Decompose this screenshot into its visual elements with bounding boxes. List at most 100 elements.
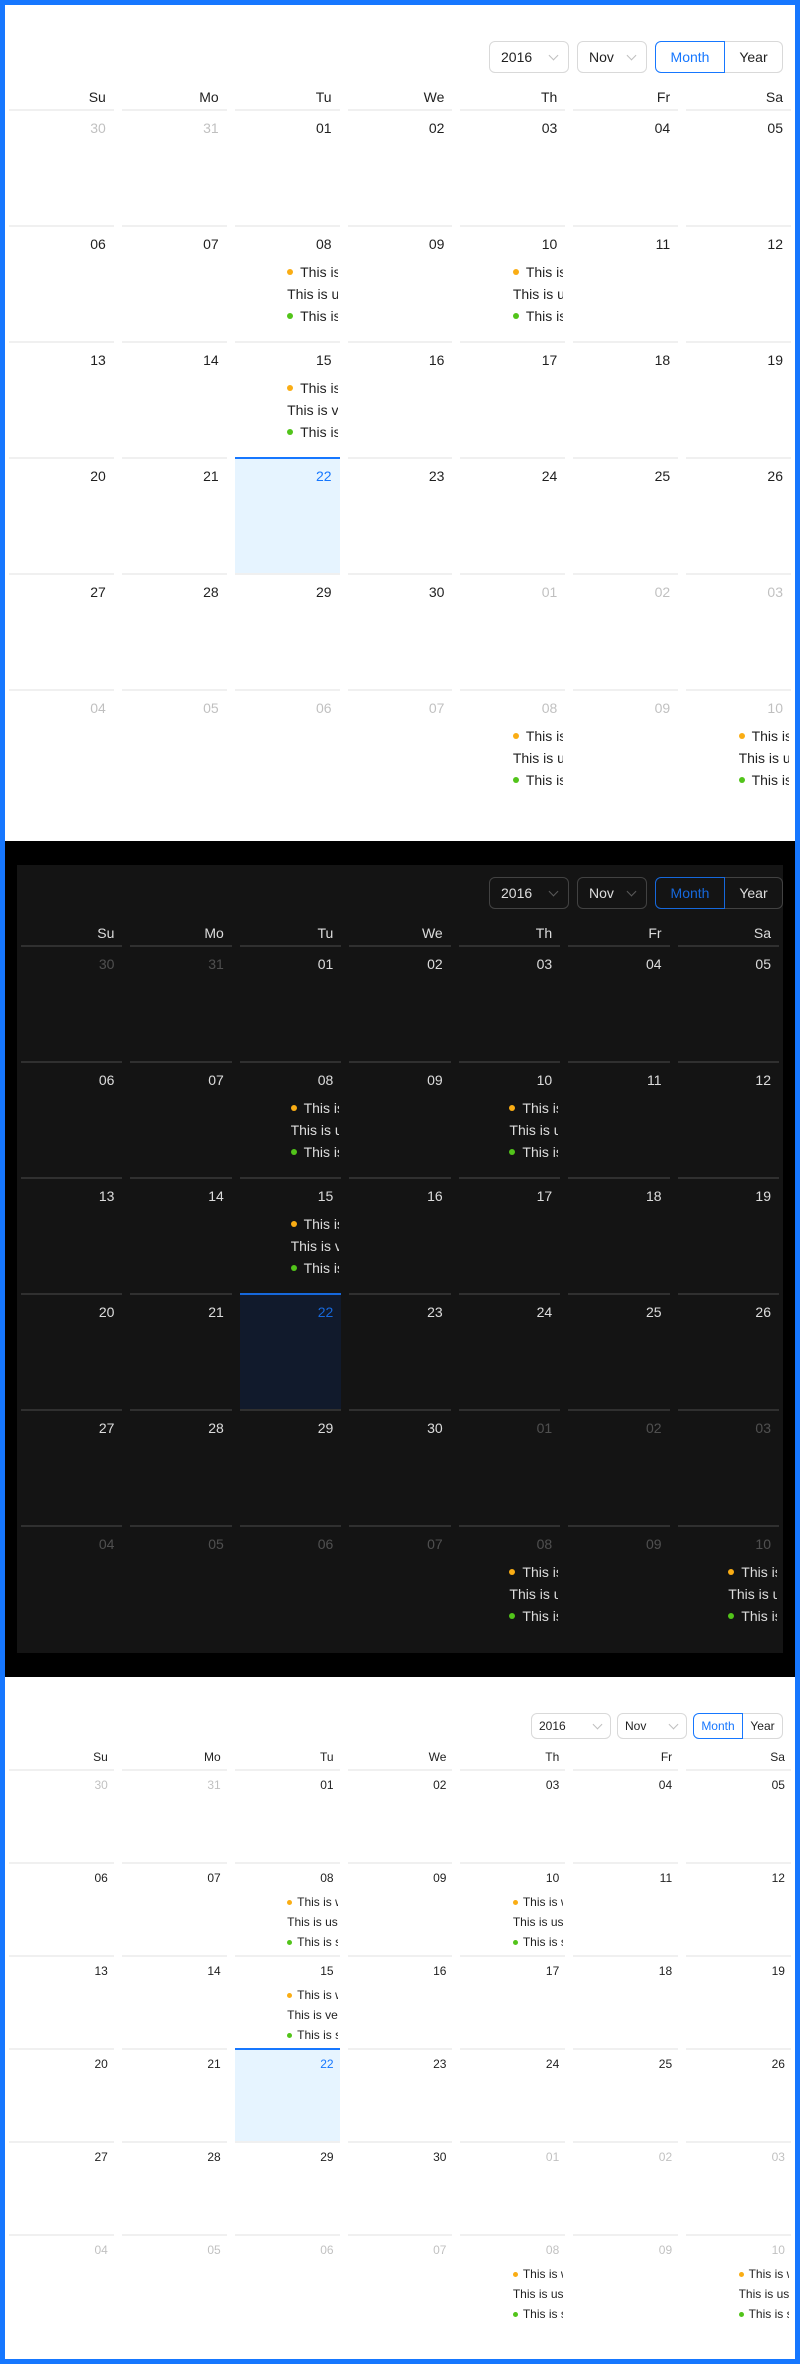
date-cell[interactable]: 16	[344, 341, 457, 457]
date-cell[interactable]: 08 This is warning event. This is usual ev…	[455, 1525, 564, 1641]
date-cell[interactable]: 30	[5, 109, 118, 225]
date-cell[interactable]: 05	[674, 945, 783, 1061]
date-cell[interactable]: 16	[345, 1177, 454, 1293]
date-cell[interactable]: 03	[455, 945, 564, 1061]
date-cell[interactable]: 06	[231, 2234, 344, 2327]
date-cell[interactable]: 01	[231, 109, 344, 225]
year-select[interactable]: 2016	[489, 877, 569, 909]
mode-year-button[interactable]: Year	[725, 877, 783, 909]
mode-year-button[interactable]: Year	[725, 41, 783, 73]
date-cell[interactable]: 25	[569, 457, 682, 573]
year-select[interactable]: 2016	[489, 41, 569, 73]
date-cell[interactable]: 31	[118, 109, 231, 225]
date-cell[interactable]: 08 This is warning event. This is usual ev…	[231, 225, 344, 341]
date-cell[interactable]: 30	[345, 1409, 454, 1525]
date-cell[interactable]: 02	[569, 2141, 682, 2234]
date-cell[interactable]: 17	[456, 341, 569, 457]
date-cell[interactable]: 05	[682, 1769, 795, 1862]
date-cell[interactable]: 03	[674, 1409, 783, 1525]
month-select[interactable]: Nov	[617, 1713, 687, 1739]
date-cell[interactable]: 02	[569, 573, 682, 689]
date-cell[interactable]: 18	[569, 341, 682, 457]
month-select[interactable]: Nov	[577, 877, 647, 909]
date-cell[interactable]: 03	[682, 573, 795, 689]
date-cell[interactable]: 08 This is warning event. This is usual ev…	[231, 1862, 344, 1955]
date-cell[interactable]: 04	[569, 1769, 682, 1862]
date-cell[interactable]: 25	[569, 2048, 682, 2141]
month-select[interactable]: Nov	[577, 41, 647, 73]
date-cell[interactable]: 01	[456, 2141, 569, 2234]
date-cell[interactable]: 19	[682, 341, 795, 457]
date-cell[interactable]: 20	[5, 2048, 118, 2141]
date-cell[interactable]: 17	[455, 1177, 564, 1293]
date-cell[interactable]: 04	[5, 2234, 118, 2327]
date-cell[interactable]: 29	[231, 2141, 344, 2234]
date-cell[interactable]: 22	[231, 2048, 344, 2141]
date-cell[interactable]: 09	[345, 1061, 454, 1177]
date-cell[interactable]: 26	[682, 2048, 795, 2141]
date-cell[interactable]: 01	[456, 573, 569, 689]
date-cell[interactable]: 27	[5, 2141, 118, 2234]
date-cell[interactable]: 08 This is warning event. This is usual ev…	[236, 1061, 345, 1177]
mode-month-button[interactable]: Month	[693, 1713, 743, 1739]
date-cell[interactable]: 07	[344, 689, 457, 805]
date-cell[interactable]: 21	[126, 1293, 235, 1409]
date-cell[interactable]: 04	[17, 1525, 126, 1641]
date-cell[interactable]: 22	[236, 1293, 345, 1409]
date-cell[interactable]: 06	[5, 225, 118, 341]
date-cell[interactable]: 07	[118, 1862, 231, 1955]
date-cell[interactable]: 24	[456, 457, 569, 573]
date-cell[interactable]: 07	[118, 225, 231, 341]
date-cell[interactable]: 09	[344, 225, 457, 341]
date-cell[interactable]: 03	[682, 2141, 795, 2234]
date-cell[interactable]: 14	[118, 1955, 231, 2048]
date-cell[interactable]: 14	[126, 1177, 235, 1293]
date-cell[interactable]: 15 This is warning event This is very long…	[236, 1177, 345, 1293]
date-cell[interactable]: 27	[17, 1409, 126, 1525]
date-cell[interactable]: 10 This is warning event. This is usual ev…	[682, 689, 795, 805]
year-select[interactable]: 2016	[531, 1713, 611, 1739]
date-cell[interactable]: 24	[456, 2048, 569, 2141]
date-cell[interactable]: 18	[564, 1177, 673, 1293]
date-cell[interactable]: 07	[126, 1061, 235, 1177]
date-cell[interactable]: 02	[345, 945, 454, 1061]
date-cell[interactable]: 12	[674, 1061, 783, 1177]
date-cell[interactable]: 04	[569, 109, 682, 225]
date-cell[interactable]: 19	[674, 1177, 783, 1293]
date-cell[interactable]: 10 This is warning event. This is usual ev…	[682, 2234, 795, 2327]
date-cell[interactable]: 16	[344, 1955, 457, 2048]
date-cell[interactable]: 31	[118, 1769, 231, 1862]
date-cell[interactable]: 03	[456, 109, 569, 225]
date-cell[interactable]: 14	[118, 341, 231, 457]
date-cell[interactable]: 09	[569, 2234, 682, 2327]
date-cell[interactable]: 01	[455, 1409, 564, 1525]
date-cell[interactable]: 12	[682, 225, 795, 341]
date-cell[interactable]: 30	[344, 573, 457, 689]
date-cell[interactable]: 12	[682, 1862, 795, 1955]
date-cell[interactable]: 06	[17, 1061, 126, 1177]
date-cell[interactable]: 29	[236, 1409, 345, 1525]
date-cell[interactable]: 09	[569, 689, 682, 805]
date-cell[interactable]: 21	[118, 457, 231, 573]
date-cell[interactable]: 02	[344, 1769, 457, 1862]
date-cell[interactable]: 18	[569, 1955, 682, 2048]
mode-month-button[interactable]: Month	[655, 877, 725, 909]
date-cell[interactable]: 10 This is warning event. This is usual ev…	[674, 1525, 783, 1641]
date-cell[interactable]: 23	[344, 2048, 457, 2141]
date-cell[interactable]: 19	[682, 1955, 795, 2048]
date-cell[interactable]: 05	[126, 1525, 235, 1641]
date-cell[interactable]: 02	[564, 1409, 673, 1525]
date-cell[interactable]: 23	[345, 1293, 454, 1409]
date-cell[interactable]: 21	[118, 2048, 231, 2141]
date-cell[interactable]: 07	[344, 2234, 457, 2327]
date-cell[interactable]: 26	[674, 1293, 783, 1409]
date-cell[interactable]: 13	[5, 341, 118, 457]
date-cell[interactable]: 30	[5, 1769, 118, 1862]
date-cell[interactable]: 30	[17, 945, 126, 1061]
date-cell[interactable]: 08 This is warning event. This is usual ev…	[456, 689, 569, 805]
date-cell[interactable]: 15 This is warning event This is very long…	[231, 1955, 344, 2048]
date-cell[interactable]: 10 This is warning event. This is usual ev…	[456, 225, 569, 341]
date-cell[interactable]: 29	[231, 573, 344, 689]
date-cell[interactable]: 02	[344, 109, 457, 225]
date-cell[interactable]: 26	[682, 457, 795, 573]
